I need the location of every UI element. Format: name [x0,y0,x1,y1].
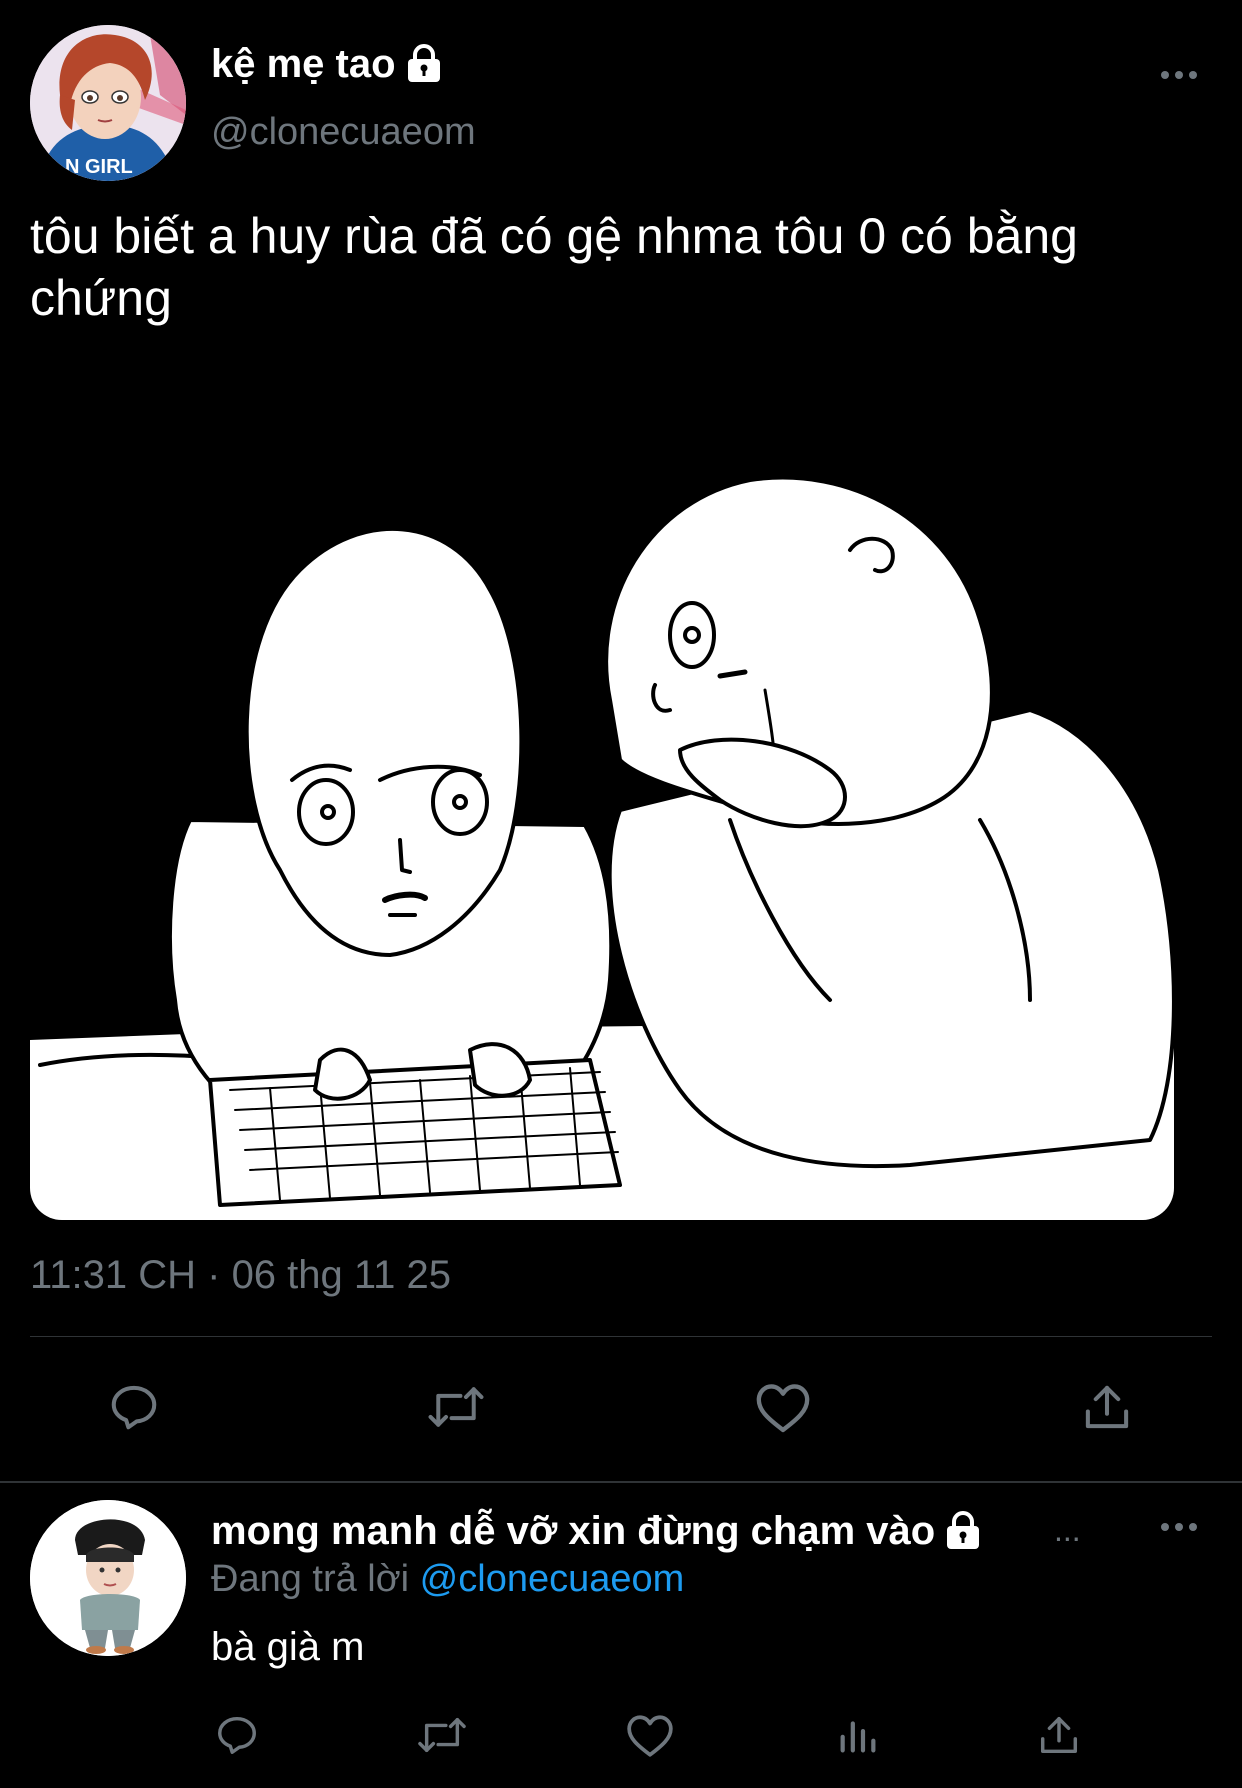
analytics-icon[interactable] [835,1712,881,1758]
author-name[interactable]: kệ mẹ tao [211,40,442,88]
lock-icon [406,44,442,84]
replying-to-mention[interactable]: @clonecuaeom [420,1558,685,1600]
name-truncation: ... [1054,1512,1081,1548]
replying-to-label: Đang trả lời [211,1558,410,1600]
avatar-shirt-text: N GIRL [65,156,133,178]
share-icon[interactable] [1080,1380,1134,1434]
replying-to: Đang trả lời @clonecuaeom [211,1555,684,1603]
reply-author-name[interactable]: mong manh dễ vỡ xin đừng chạm vào [211,1507,981,1555]
more-options-icon[interactable] [1161,71,1197,79]
like-icon[interactable] [625,1712,675,1758]
lock-icon [945,1511,981,1551]
reply-display-name: mong manh dễ vỡ xin đừng chạm vào [211,1509,936,1553]
reply-icon[interactable] [107,1380,161,1434]
retweet-icon[interactable] [415,1712,469,1758]
divider [30,1336,1212,1337]
reply-text: bà già m [211,1625,365,1669]
author-avatar[interactable]: N GIRL [30,25,186,181]
share-icon[interactable] [1036,1712,1082,1758]
author-display-name: kệ mẹ tao [211,42,396,86]
reply-author-avatar[interactable] [30,1500,186,1656]
tweet-timestamp[interactable]: 11:31 CH · 06 thg 11 25 [30,1250,451,1300]
author-handle[interactable]: @clonecuaeom [211,108,476,156]
like-icon[interactable] [754,1380,812,1434]
section-divider [0,1481,1242,1483]
tweet-media-image[interactable] [30,440,1174,1220]
reply-icon[interactable] [214,1712,260,1758]
more-options-icon[interactable] [1161,1523,1197,1531]
tweet-text: tôu biết a huy rùa đã có gệ nhma tôu 0 c… [30,208,1078,326]
retweet-icon[interactable] [425,1380,487,1434]
